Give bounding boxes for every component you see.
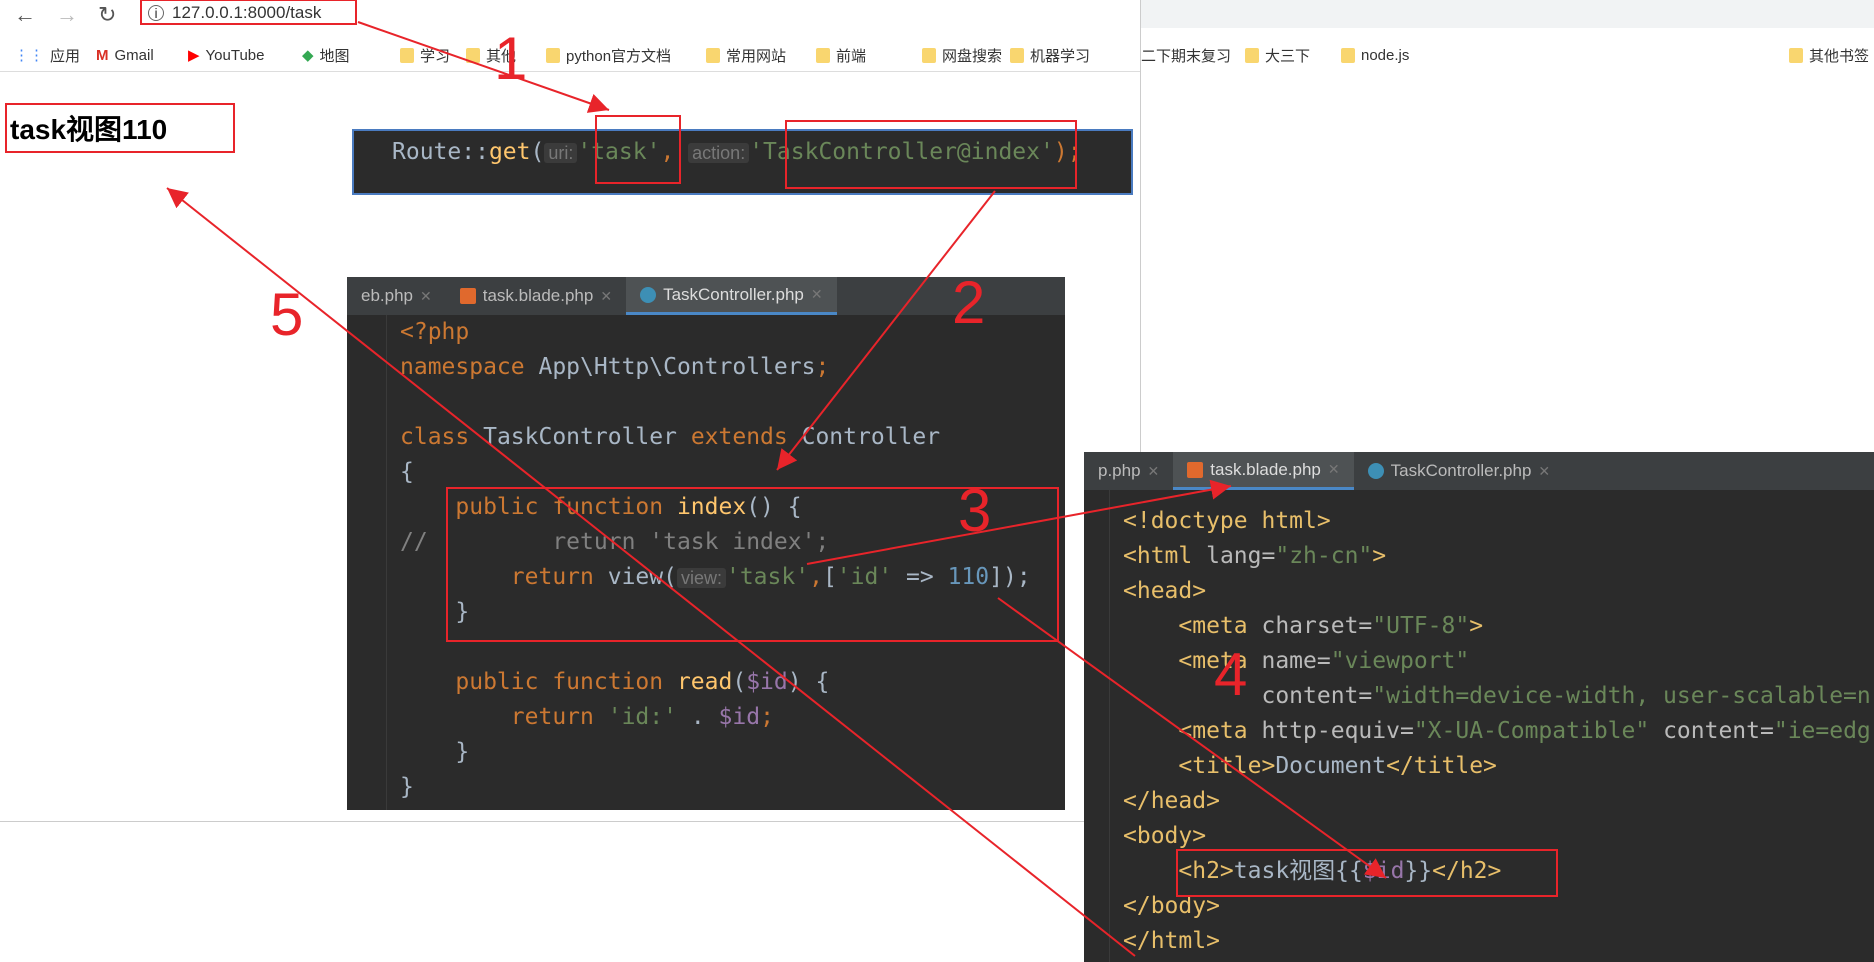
h2-highlight-box bbox=[1176, 849, 1558, 897]
annotation-number: 2 bbox=[952, 269, 986, 336]
annotation-number: 4 bbox=[1214, 641, 1248, 708]
annotation-number: 3 bbox=[958, 477, 992, 544]
annotation-number: 1 bbox=[494, 25, 528, 92]
action-highlight-box bbox=[785, 120, 1077, 189]
uri-highlight-box bbox=[595, 115, 681, 184]
arrow-1 bbox=[357, 21, 610, 113]
arrow-3 bbox=[806, 479, 1232, 565]
url-highlight-box bbox=[140, 0, 357, 25]
annotation-overlay bbox=[5, 0, 1558, 957]
annotation-number: 5 bbox=[270, 281, 304, 348]
arrow-4 bbox=[997, 597, 1387, 879]
heading-highlight-box bbox=[5, 103, 235, 153]
arrow-5 bbox=[166, 187, 1136, 957]
